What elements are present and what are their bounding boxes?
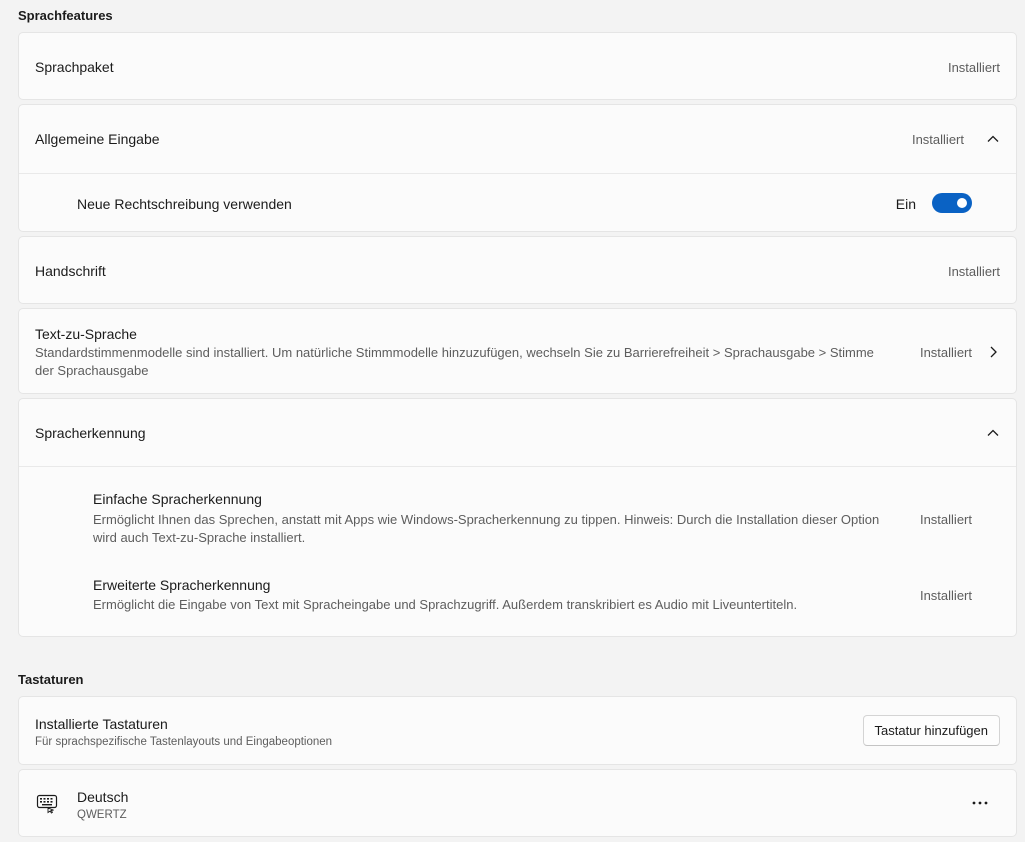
basic-typing-header[interactable]: Allgemeine Eingabe Installiert <box>19 105 1016 173</box>
enhanced-speech-status: Installiert <box>919 588 972 603</box>
basic-speech-label: Einfache Spracherkennung <box>93 491 262 507</box>
enhanced-speech-label: Erweiterte Spracherkennung <box>93 577 271 593</box>
speech-header[interactable]: Spracherkennung <box>19 399 1016 466</box>
keyboard-layout: QWERTZ <box>77 809 127 821</box>
handwriting-status: Installiert <box>947 264 1000 279</box>
installed-keyboards-card: Installierte Tastaturen Für sprachspezif… <box>18 696 1017 765</box>
tts-description: Standardstimmenmodelle sind installiert.… <box>35 345 874 378</box>
tts-card[interactable]: Text-zu-Sprache Standardstimmenmodelle s… <box>18 308 1017 394</box>
enhanced-speech-description: Ermöglicht die Eingabe von Text mit Spra… <box>93 597 798 612</box>
keyboard-icon <box>36 794 58 814</box>
tts-label: Text-zu-Sprache <box>35 326 137 342</box>
spelling-label: Neue Rechtschreibung verwenden <box>77 196 292 212</box>
basic-typing-card: Allgemeine Eingabe Installiert Neue Rech… <box>18 104 1017 232</box>
speech-card: Spracherkennung Einfache Spracherkennung… <box>18 398 1017 637</box>
section-title-keyboards: Tastaturen <box>18 672 84 687</box>
basic-typing-label: Allgemeine Eingabe <box>35 131 160 147</box>
spelling-row: Neue Rechtschreibung verwenden Ein <box>19 174 1016 232</box>
basic-typing-status: Installiert <box>911 132 964 147</box>
basic-speech-description: Ermöglicht Ihnen das Sprechen, anstatt m… <box>93 512 880 545</box>
add-keyboard-button[interactable]: Tastatur hinzufügen <box>862 715 1000 746</box>
chevron-up-icon[interactable] <box>986 426 1000 440</box>
basic-speech-status: Installiert <box>919 512 972 527</box>
keyboard-item-card: Deutsch QWERTZ <box>18 769 1017 837</box>
language-pack-card: Sprachpaket Installiert <box>18 32 1017 100</box>
keyboard-name: Deutsch <box>77 789 129 805</box>
toggle-knob <box>957 198 967 208</box>
section-title-language-features: Sprachfeatures <box>18 8 113 23</box>
installed-keyboards-label: Installierte Tastaturen <box>35 716 168 732</box>
chevron-right-icon[interactable] <box>986 345 1000 359</box>
more-options-button[interactable] <box>966 789 994 817</box>
language-pack-status: Installiert <box>947 60 1000 75</box>
installed-keyboards-description: Für sprachspezifische Tastenlayouts und … <box>35 736 333 748</box>
tts-status: Installiert <box>919 345 972 360</box>
spelling-toggle-state: Ein <box>895 196 916 212</box>
more-horizontal-icon <box>972 801 988 805</box>
handwriting-label: Handschrift <box>35 263 106 279</box>
enhanced-speech-row: Erweiterte Spracherkennung Ermöglicht di… <box>19 559 1016 631</box>
basic-speech-row: Einfache Spracherkennung Ermöglicht Ihne… <box>19 467 1016 547</box>
handwriting-card: Handschrift Installiert <box>18 236 1017 304</box>
language-pack-label: Sprachpaket <box>35 59 114 75</box>
chevron-up-icon[interactable] <box>986 132 1000 146</box>
spelling-toggle[interactable] <box>932 193 972 213</box>
speech-label: Spracherkennung <box>35 425 146 441</box>
